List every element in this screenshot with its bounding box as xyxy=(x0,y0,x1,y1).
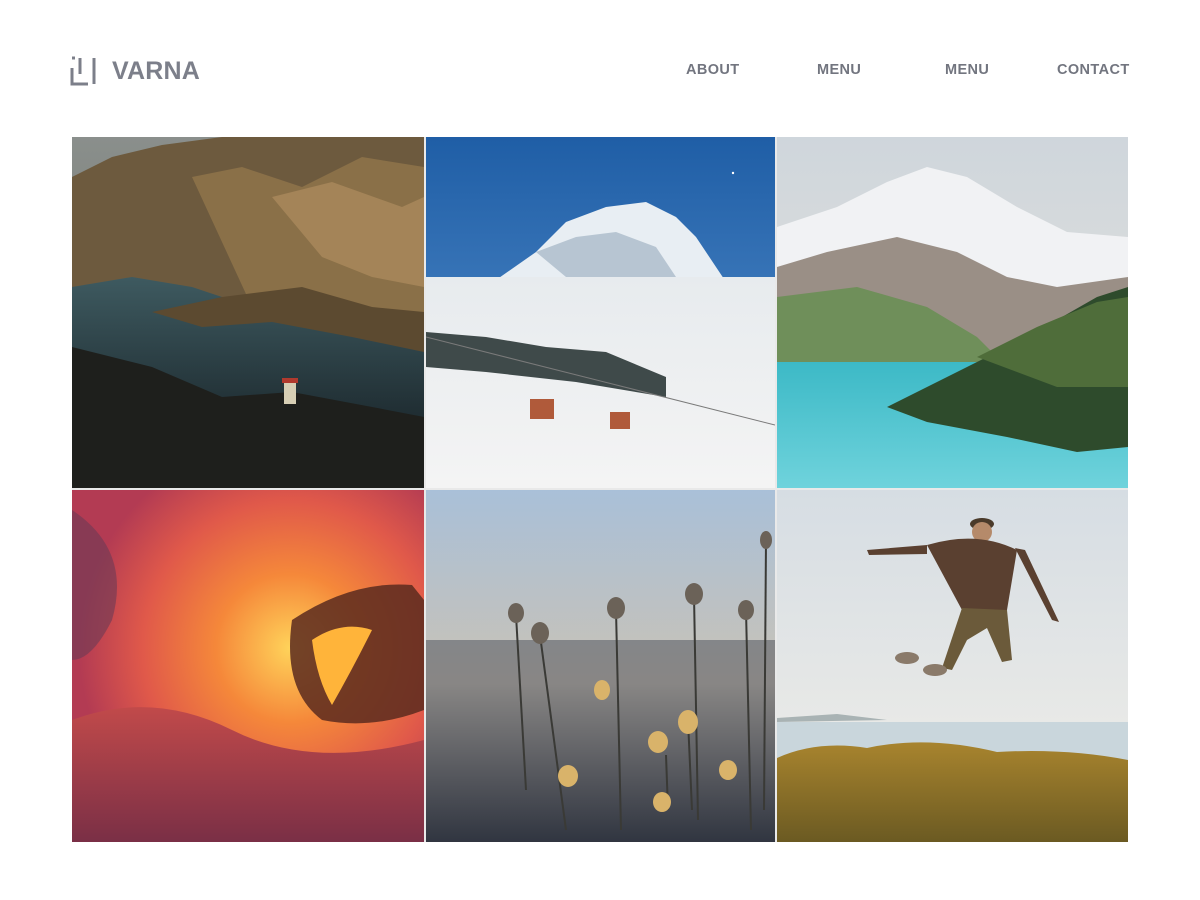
gallery-photo-turquoise-lake[interactable] xyxy=(777,137,1128,488)
gallery-photo-backlit-flowers[interactable] xyxy=(426,490,775,842)
gallery-photo-lava-ocean[interactable] xyxy=(72,490,424,842)
nav-link-contact[interactable]: CONTACT xyxy=(1057,60,1130,80)
square-bracket-logo-icon xyxy=(70,56,96,86)
gallery-photo-canyon-lake[interactable] xyxy=(72,137,424,488)
gallery-photo-man-jumping[interactable] xyxy=(777,490,1128,842)
nav-link-menu-second[interactable]: MENU xyxy=(945,60,989,80)
site-header: VARNA ABOUT MENU MENU CONTACT xyxy=(0,0,1200,137)
gallery-photo-snow-peak-clouds[interactable] xyxy=(426,137,775,488)
brand-logo[interactable]: VARNA xyxy=(70,56,200,86)
nav-link-menu[interactable]: MENU xyxy=(817,60,861,80)
nav-link-about[interactable]: ABOUT xyxy=(686,60,740,80)
photo-gallery xyxy=(72,137,1128,842)
brand-name: VARNA xyxy=(112,57,201,85)
